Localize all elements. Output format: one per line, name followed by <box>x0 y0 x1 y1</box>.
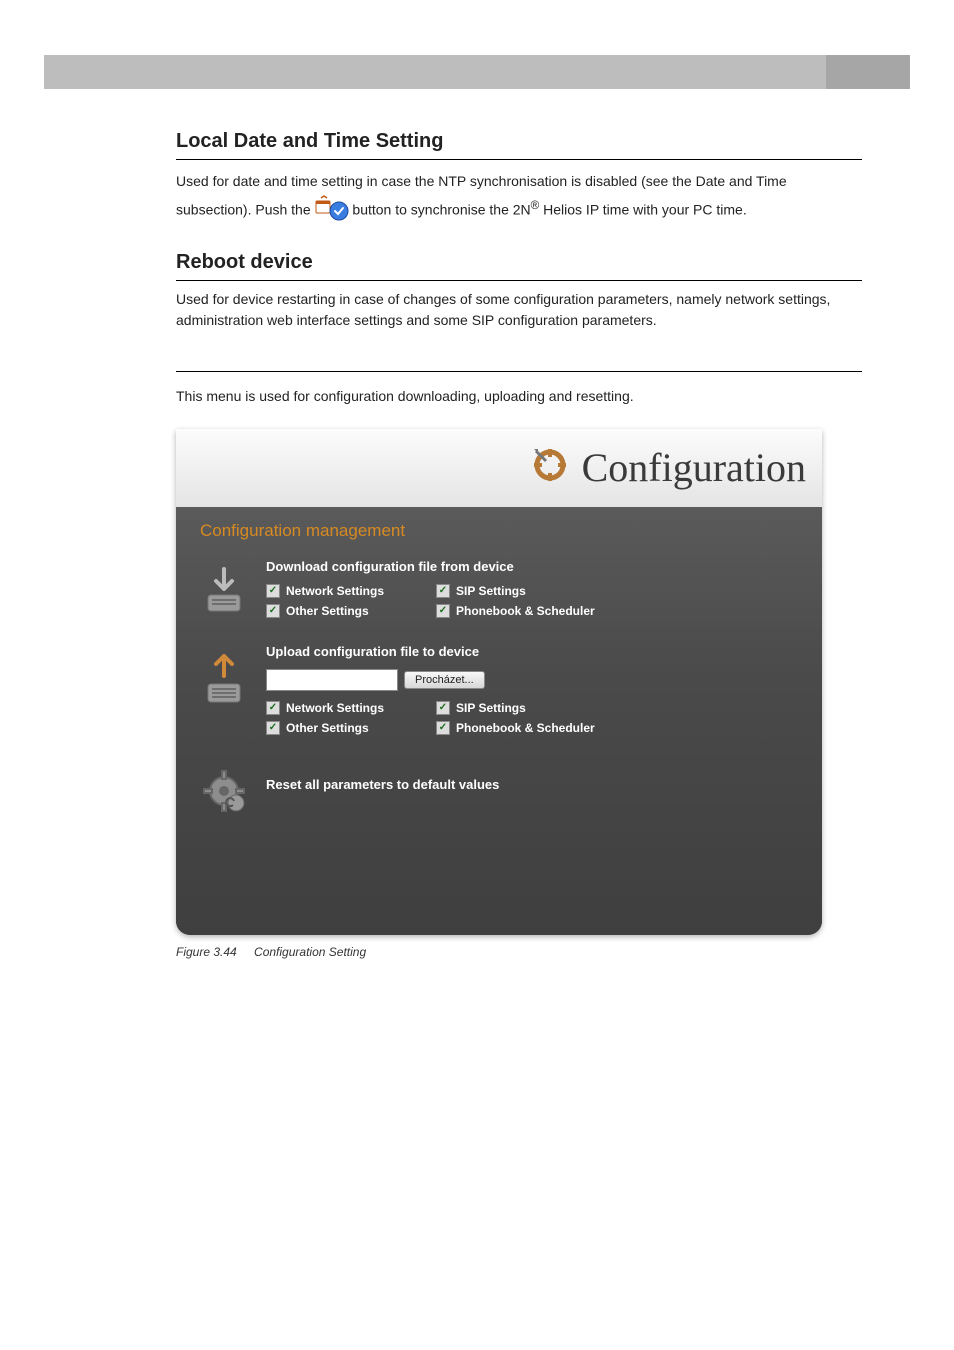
section-title-reboot: Reboot device <box>176 251 862 281</box>
opt-label: Network Settings <box>286 584 384 598</box>
screenshot-header: Configuration <box>176 429 822 507</box>
opt-label: Other Settings <box>286 721 369 735</box>
tools-icon <box>528 443 572 492</box>
download-title: Download configuration file from device <box>266 559 800 574</box>
panel-title: Configuration management <box>200 521 800 541</box>
opt-label: SIP Settings <box>456 701 526 715</box>
header-banner <box>44 55 910 89</box>
checkbox-phonebook-scheduler[interactable]: ✓Phonebook & Scheduler <box>436 721 636 735</box>
screenshot-title: Configuration <box>582 444 806 491</box>
config-intro-paragraph: This menu is used for configuration down… <box>176 386 862 407</box>
configuration-screenshot: Configuration Configuration management <box>176 429 822 935</box>
reset-icon <box>198 761 250 815</box>
reboot-paragraph: Used for device restarting in case of ch… <box>176 289 862 331</box>
checkbox-network-settings[interactable]: ✓Network Settings <box>266 584 426 598</box>
local-date-time-paragraph: Used for date and time setting in case t… <box>176 168 862 223</box>
figure-number: Figure 3.44 <box>176 945 237 959</box>
file-input[interactable] <box>266 669 398 691</box>
registered-mark: ® <box>531 199 540 212</box>
divider <box>176 371 862 372</box>
checkbox-sip-settings[interactable]: ✓SIP Settings <box>436 701 636 715</box>
download-section: Download configuration file from device … <box>198 559 800 618</box>
figure-text: Configuration Setting <box>254 945 366 959</box>
sync-time-icon <box>315 199 349 223</box>
download-icon <box>198 559 250 617</box>
reset-section: Reset all parameters to default values <box>198 761 800 815</box>
figure-caption: Figure 3.44 Configuration Setting <box>176 945 862 959</box>
text: Helios IP time with your PC time. <box>539 201 746 217</box>
checkbox-network-settings[interactable]: ✓Network Settings <box>266 701 426 715</box>
checkbox-phonebook-scheduler[interactable]: ✓Phonebook & Scheduler <box>436 604 636 618</box>
checkbox-other-settings[interactable]: ✓Other Settings <box>266 721 426 735</box>
section-title-local-date-time: Local Date and Time Setting <box>176 130 862 160</box>
upload-icon <box>198 644 250 708</box>
upload-section: Upload configuration file to device Proc… <box>198 644 800 735</box>
opt-label: Other Settings <box>286 604 369 618</box>
browse-button[interactable]: Procházet... <box>404 671 485 689</box>
opt-label: Phonebook & Scheduler <box>456 604 595 618</box>
text: button to synchronise the 2N <box>352 201 530 217</box>
checkbox-sip-settings[interactable]: ✓SIP Settings <box>436 584 636 598</box>
opt-label: SIP Settings <box>456 584 526 598</box>
opt-label: Phonebook & Scheduler <box>456 721 595 735</box>
header-banner-accent <box>826 55 910 89</box>
upload-title: Upload configuration file to device <box>266 644 800 659</box>
checkbox-other-settings[interactable]: ✓Other Settings <box>266 604 426 618</box>
reset-title: Reset all parameters to default values <box>266 777 800 792</box>
opt-label: Network Settings <box>286 701 384 715</box>
